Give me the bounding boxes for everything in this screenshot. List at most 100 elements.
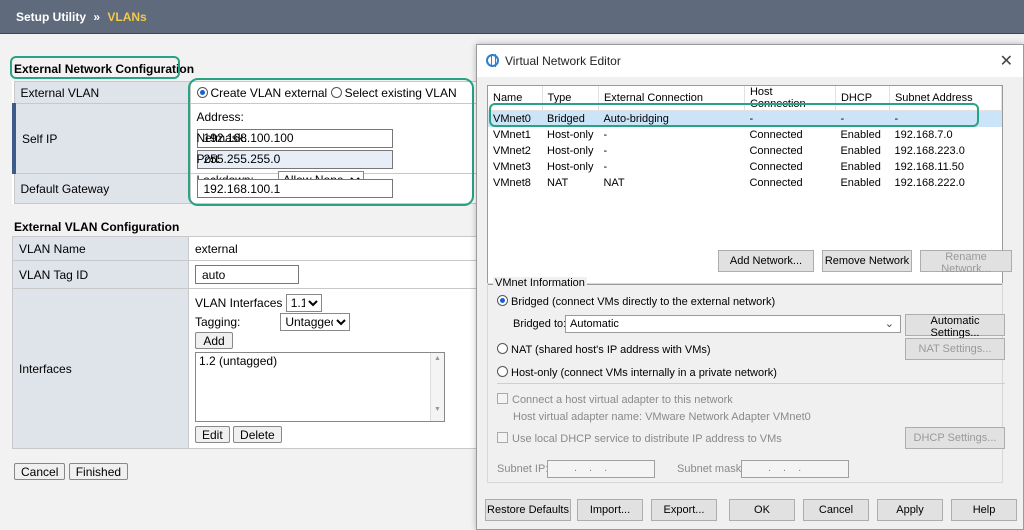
nat-radio[interactable]: NAT (shared host's IP address with VMs): [497, 343, 711, 356]
cell-dhcp: Enabled: [840, 176, 881, 189]
cell-type: Host-only: [547, 144, 594, 157]
virtual-network-editor-dialog: Virtual Network Editor ✕ Name Type Exter…: [476, 44, 1024, 530]
subnet-mask-input[interactable]: ...: [741, 460, 849, 478]
network-row-vmnet8[interactable]: VMnet8 NAT NAT Connected Enabled 192.168…: [488, 175, 1002, 191]
interfaces-label: Interfaces: [12, 288, 189, 449]
network-row-vmnet3[interactable]: VMnet3 Host-only - Connected Enabled 192…: [488, 159, 1002, 175]
cell-type: Host-only: [547, 160, 594, 173]
nat-label: NAT (shared host's IP address with VMs): [511, 344, 711, 356]
cell-dhcp: Enabled: [840, 128, 881, 141]
bridged-label: Bridged (connect VMs directly to the ext…: [511, 296, 776, 308]
cell-type: Host-only: [547, 128, 594, 141]
add-network-button[interactable]: Add Network...: [718, 250, 814, 272]
chevron-down-icon: ⌄: [884, 318, 894, 330]
connect-adapter-checkbox[interactable]: Connect a host virtual adapter to this n…: [497, 393, 733, 406]
cell-host: Connected: [749, 128, 803, 141]
cell-dhcp: Enabled: [840, 160, 881, 173]
export-button[interactable]: Export...: [651, 499, 717, 521]
footer-buttons: Cancel Finished: [14, 463, 129, 480]
dialog-title-bar: Virtual Network Editor ✕: [477, 45, 1023, 77]
vlan-tag-input[interactable]: [195, 265, 299, 284]
finished-button[interactable]: Finished: [68, 463, 129, 480]
external-vlan-title: External VLAN Configuration: [14, 220, 180, 234]
vlan-tag-cell: [188, 260, 478, 289]
cell-type: NAT: [547, 176, 569, 189]
bridged-to-value: Automatic: [570, 318, 619, 330]
dialog-title: Virtual Network Editor: [505, 54, 621, 68]
radio-unselected-icon: [497, 343, 508, 354]
cell-name: VMnet1: [493, 128, 531, 141]
remove-network-button[interactable]: Remove Network: [822, 250, 912, 272]
external-vlan-label: External VLAN: [13, 81, 191, 104]
cell-external: -: [603, 160, 608, 173]
hostonly-label: Host-only (connect VMs internally in a p…: [511, 367, 777, 379]
adapter-name-label: Host virtual adapter name: VMware Networ…: [513, 411, 811, 423]
radio-selected-icon: [497, 295, 508, 306]
cell-name: VMnet3: [493, 160, 531, 173]
automatic-settings-button[interactable]: Automatic Settings...: [905, 314, 1005, 339]
radio-unselected-icon: [497, 366, 508, 377]
top-breadcrumb-bar: Setup Utility » VLANs: [0, 0, 1024, 34]
cell-external: -: [603, 128, 608, 141]
cell-host: Connected: [749, 144, 803, 157]
rename-network-button[interactable]: Rename Network...: [920, 250, 1012, 275]
bridged-radio[interactable]: Bridged (connect VMs directly to the ext…: [497, 295, 775, 308]
close-icon[interactable]: ✕: [1000, 51, 1013, 71]
listbox-scrollbar[interactable]: ▲ ▼: [430, 353, 444, 421]
vlan-interfaces-select[interactable]: 1.1: [285, 294, 322, 312]
cell-external: -: [603, 144, 608, 157]
external-vlan-table: VLAN Name external VLAN Tag ID Interface…: [12, 236, 478, 449]
interfaces-listbox[interactable]: 1.2 (untagged) ▲ ▼: [195, 352, 445, 422]
highlight-external-network-title: [10, 56, 180, 79]
apply-button[interactable]: Apply: [877, 499, 943, 521]
cell-subnet: 192.168.7.0: [894, 128, 953, 141]
self-ip-label: Self IP: [12, 103, 191, 174]
highlight-self-ip-group: [188, 78, 474, 206]
add-interface-button[interactable]: Add: [195, 332, 233, 349]
network-row-vmnet1[interactable]: VMnet1 Host-only - Connected Enabled 192…: [488, 127, 1002, 143]
ok-button[interactable]: OK: [729, 499, 795, 521]
cell-subnet: 192.168.222.0: [894, 176, 965, 189]
cell-subnet: 192.168.223.0: [894, 144, 965, 157]
vlan-tag-label: VLAN Tag ID: [12, 260, 189, 289]
checkbox-icon: [497, 393, 508, 404]
cell-dhcp: Enabled: [840, 144, 881, 157]
subnet-ip-input[interactable]: ...: [547, 460, 655, 478]
dhcp-settings-button[interactable]: DHCP Settings...: [905, 427, 1005, 449]
nat-settings-button[interactable]: NAT Settings...: [905, 338, 1005, 360]
subnet-ip-label: Subnet IP:: [497, 463, 549, 475]
highlight-vmnet0-row: [489, 103, 979, 127]
breadcrumb-separator: »: [93, 10, 101, 24]
interfaces-list-item[interactable]: 1.2 (untagged): [199, 354, 441, 368]
hostonly-radio[interactable]: Host-only (connect VMs internally in a p…: [497, 366, 777, 379]
scroll-up-icon[interactable]: ▲: [431, 355, 444, 362]
cell-host: Connected: [749, 176, 803, 189]
cell-name: VMnet8: [493, 176, 531, 189]
use-dhcp-checkbox[interactable]: Use local DHCP service to distribute IP …: [497, 432, 782, 445]
checkbox-icon: [497, 432, 508, 443]
default-gateway-label: Default Gateway: [13, 173, 191, 204]
help-button[interactable]: Help: [951, 499, 1017, 521]
vlan-interfaces-label: VLAN Interfaces: [195, 296, 283, 310]
interfaces-cell: VLAN Interfaces 1.1 Tagging: Untagged Ad…: [188, 288, 478, 449]
network-row-vmnet2[interactable]: VMnet2 Host-only - Connected Enabled 192…: [488, 143, 1002, 159]
bridged-to-select[interactable]: Automatic ⌄: [565, 315, 901, 333]
delete-interface-button[interactable]: Delete: [233, 426, 282, 443]
cell-host: Connected: [749, 160, 803, 173]
tagging-select[interactable]: Untagged: [280, 313, 351, 331]
breadcrumb-root[interactable]: Setup Utility: [16, 10, 86, 24]
cell-external: NAT: [603, 176, 625, 189]
scroll-down-icon[interactable]: ▼: [431, 406, 444, 413]
vmnet-info-title: VMnet Information: [493, 277, 587, 289]
edit-interface-button[interactable]: Edit: [195, 426, 230, 443]
import-button[interactable]: Import...: [577, 499, 643, 521]
globe-icon: [486, 54, 499, 67]
cell-subnet: 192.168.11.50: [894, 160, 964, 173]
dialog-cancel-button[interactable]: Cancel: [803, 499, 869, 521]
cell-name: VMnet2: [493, 144, 531, 157]
vlan-name-label: VLAN Name: [12, 236, 189, 261]
restore-defaults-button[interactable]: Restore Defaults: [485, 499, 571, 521]
use-dhcp-label: Use local DHCP service to distribute IP …: [512, 433, 782, 445]
cancel-button[interactable]: Cancel: [14, 463, 66, 480]
connect-adapter-label: Connect a host virtual adapter to this n…: [512, 394, 733, 406]
